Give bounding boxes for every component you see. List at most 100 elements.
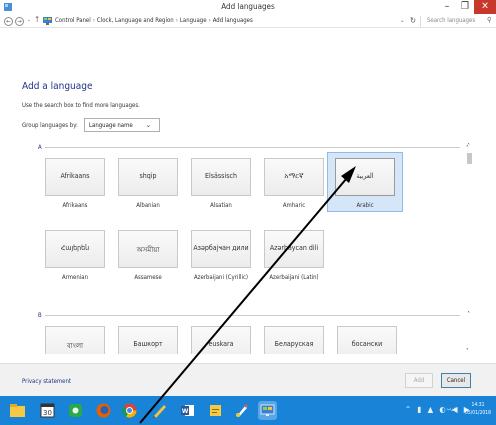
recent-locations-button[interactable]: ⌄ xyxy=(27,17,31,23)
control-panel-icon[interactable] xyxy=(258,401,277,420)
paint-brush-icon[interactable] xyxy=(232,401,251,420)
file-explorer-icon[interactable] xyxy=(8,401,27,420)
breadcrumb: Control Panel › Clock, Language and Region… xyxy=(55,17,253,24)
chrome-icon[interactable] xyxy=(120,401,139,420)
language-english-name: Alsatian xyxy=(210,202,232,209)
language-native-name: Беларуская xyxy=(274,340,314,348)
scrollbar-thumb[interactable] xyxy=(467,153,472,164)
breadcrumb-separator[interactable]: › xyxy=(176,17,178,24)
language-tile-azerbaijani-cyrillic[interactable]: Азәрбајҹан дили Azerbaijani (Cyrillic) xyxy=(185,230,257,284)
breadcrumb-control-panel[interactable]: Control Panel xyxy=(55,17,91,24)
scroll-up-icon[interactable]: ˄ xyxy=(466,145,469,152)
language-native-name: Azərbaycan dili xyxy=(269,244,319,252)
add-button[interactable]: Add xyxy=(405,373,433,388)
firefox-icon[interactable] xyxy=(94,401,113,420)
language-tile-afrikaans[interactable]: Afrikaans Afrikaans xyxy=(39,158,111,212)
breadcrumb-language[interactable]: Language xyxy=(180,17,207,24)
language-native-name: অসমীয়া xyxy=(136,246,160,254)
calendar-icon[interactable]: 30 xyxy=(38,401,57,420)
language-tile-bangla[interactable]: বাংলা xyxy=(39,326,111,354)
taskbar-clock[interactable]: 14:31 05/01/2018 xyxy=(462,401,494,417)
svg-text:30: 30 xyxy=(43,409,52,417)
cancel-button[interactable]: Cancel xyxy=(441,373,471,388)
language-english-name: Afrikaans xyxy=(62,202,88,209)
breadcrumb-clock-language-region[interactable]: Clock, Language and Region xyxy=(97,17,174,24)
language-tile-belarusian[interactable]: Беларуская xyxy=(258,326,330,354)
language-tile-armenian[interactable]: Հայերեն Armenian xyxy=(39,230,111,284)
minimize-button[interactable]: – xyxy=(438,0,456,14)
section-header-b: B ˄ xyxy=(38,311,476,320)
breadcrumb-separator[interactable]: › xyxy=(93,17,95,24)
language-tile-bosnian[interactable]: босански xyxy=(331,326,403,354)
group-by-value: Language name xyxy=(89,122,133,129)
word-icon[interactable]: W xyxy=(178,401,197,420)
language-english-name: Amharic xyxy=(282,202,306,209)
add-languages-window: Add languages – ❐ ✕ ← → ⌄ ↑ Control Pane… xyxy=(0,0,496,425)
section-divider xyxy=(45,315,460,316)
language-list: A ˄ Afrikaans Afrikaans shqip Albanian E… xyxy=(20,142,476,354)
svg-text:W: W xyxy=(182,408,189,415)
language-english-name: Assamese xyxy=(134,274,162,281)
notes-icon[interactable] xyxy=(206,401,225,420)
breadcrumb-separator[interactable]: › xyxy=(209,17,211,24)
language-native-name: Азәрбајҹан дили xyxy=(193,244,249,252)
back-button[interactable]: ← xyxy=(4,17,13,26)
breadcrumb-add-languages[interactable]: Add languages xyxy=(213,17,253,24)
language-english-name: Azerbaijani (Latin) xyxy=(269,274,319,281)
clock-time: 14:31 xyxy=(471,402,485,408)
language-native-name: বাংলা xyxy=(66,342,84,350)
dialog-footer: Privacy statement Add Cancel xyxy=(0,363,496,396)
language-tile-azerbaijani-latin[interactable]: Azərbaycan dili Azerbaijani (Latin) xyxy=(258,230,330,284)
search-icon[interactable]: ⚲ xyxy=(487,16,492,24)
language-native-name: босански xyxy=(351,340,383,348)
language-native-name: Հայերեն xyxy=(60,244,90,252)
language-tile-assamese[interactable]: অসমীয়া Assamese xyxy=(112,230,184,284)
language-english-name: Arabic xyxy=(356,202,374,209)
language-native-name: አማርኛ xyxy=(284,172,304,180)
language-english-name: Albanian xyxy=(136,202,160,209)
close-button[interactable]: ✕ xyxy=(474,0,496,14)
language-tile-arabic[interactable]: العربية Arabic xyxy=(327,152,403,212)
input-language-indicator[interactable]: عرب xyxy=(447,406,456,412)
clock-date: 05/01/2018 xyxy=(465,410,491,416)
privacy-statement-link[interactable]: Privacy statement xyxy=(22,378,71,385)
section-letter: B xyxy=(38,312,42,319)
group-by-select[interactable]: Language name ⌄ xyxy=(84,118,160,132)
language-native-name: العربية xyxy=(356,172,374,180)
maximize-button[interactable]: ❐ xyxy=(456,0,474,14)
up-button[interactable]: ↑ xyxy=(34,15,40,24)
section-letter: A xyxy=(38,144,42,151)
language-tile-alsatian[interactable]: Elsässisch Alsatian xyxy=(185,158,257,212)
window-title: Add languages xyxy=(221,2,275,11)
language-tile-bashkir[interactable]: Башкорт xyxy=(112,326,184,354)
section-divider xyxy=(45,147,460,148)
paint-icon[interactable] xyxy=(150,401,169,420)
search-placeholder: Search languages xyxy=(427,17,476,24)
language-english-name: Armenian xyxy=(61,274,89,281)
language-native-name: Башкорт xyxy=(133,340,163,348)
refresh-button[interactable]: ↻ xyxy=(410,16,416,25)
language-english-name: Azerbaijani (Cyrillic) xyxy=(193,274,249,281)
language-tile-albanian[interactable]: shqip Albanian xyxy=(112,158,184,212)
address-dropdown-button[interactable]: ⌄ xyxy=(400,17,405,24)
language-list-scrollbar[interactable]: ˄ ˅ xyxy=(466,145,474,355)
title-bar: Add languages – ❐ ✕ xyxy=(0,0,496,14)
green-app-icon[interactable] xyxy=(66,401,85,420)
language-native-name: shqip xyxy=(139,172,157,180)
address-bar: ← → ⌄ ↑ Control Panel › Clock, Language an… xyxy=(0,14,496,28)
language-tile-basque[interactable]: euskara xyxy=(185,326,257,354)
control-panel-icon xyxy=(43,17,52,25)
scroll-down-icon[interactable]: ˅ xyxy=(466,348,469,355)
group-by-label: Group languages by: xyxy=(22,122,78,129)
language-native-name: Elsässisch xyxy=(205,172,237,180)
taskbar: 30 W ⌃ ▮ ▲ ◐ ◀ ▶ عرب 14:31 05/01/2018 xyxy=(0,396,496,425)
section-header-a: A ˄ xyxy=(38,143,476,152)
search-input[interactable]: Search languages ⚲ xyxy=(420,16,494,27)
language-tile-amharic[interactable]: አማርኛ Amharic xyxy=(258,158,330,212)
language-native-name: Afrikaans xyxy=(60,172,90,180)
page-title: Add a language xyxy=(22,81,93,92)
forward-button[interactable]: → xyxy=(15,17,24,26)
search-hint-text: Use the search box to find more language… xyxy=(22,102,140,109)
chevron-down-icon: ⌄ xyxy=(145,121,151,129)
language-native-name: euskara xyxy=(208,340,234,348)
